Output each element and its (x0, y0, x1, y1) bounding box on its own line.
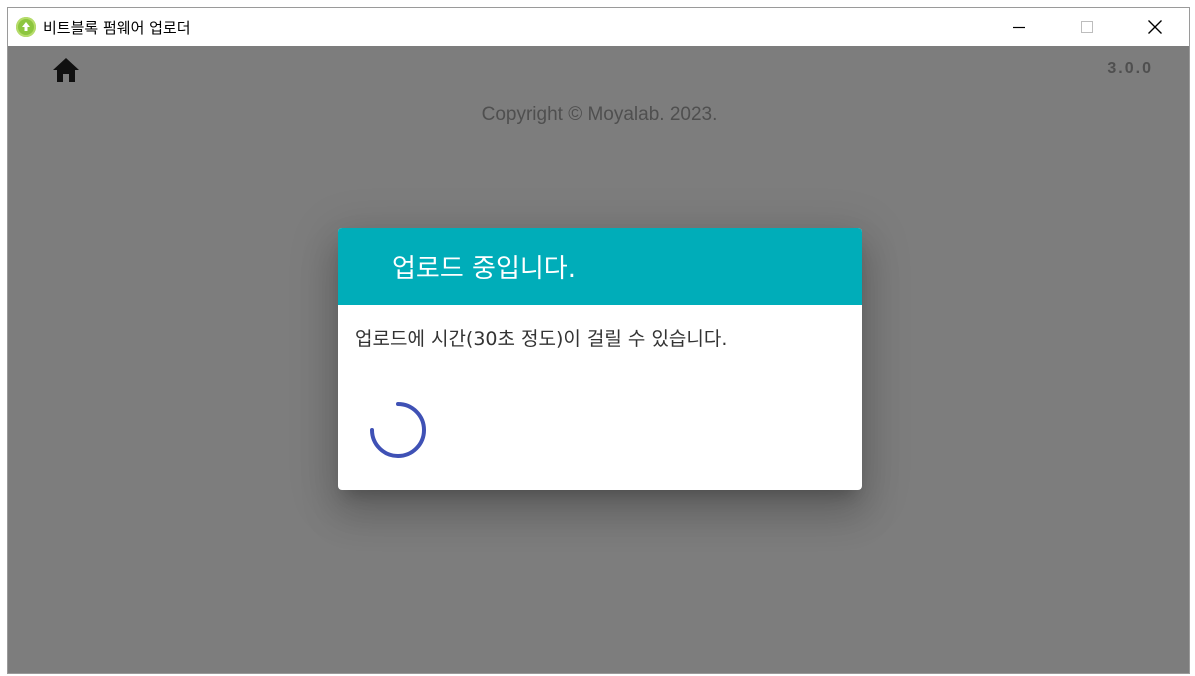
dialog-message: 업로드에 시간(30초 정도)이 걸릴 수 있습니다. (355, 328, 728, 350)
maximize-icon (1081, 21, 1093, 33)
title-bar[interactable]: 비트블록 펌웨어 업로더 (8, 8, 1189, 46)
main-content: 3.0.0 Copyright © Moyalab. 2023. 업로드 중입니… (8, 46, 1189, 673)
close-icon (1148, 20, 1162, 34)
window-controls (985, 8, 1189, 46)
dialog-header: 업로드 중입니다. (338, 228, 862, 305)
loading-spinner-icon (370, 402, 426, 458)
minimize-icon (1013, 26, 1025, 29)
maximize-button[interactable] (1053, 8, 1121, 46)
minimize-button[interactable] (985, 8, 1053, 46)
close-button[interactable] (1121, 8, 1189, 46)
dialog-body: 업로드에 시간(30초 정도)이 걸릴 수 있습니다. (338, 305, 862, 351)
app-window: 비트블록 펌웨어 업로더 3.0.0 (7, 7, 1190, 674)
window-title: 비트블록 펌웨어 업로더 (43, 18, 191, 37)
upload-progress-dialog: 업로드 중입니다. 업로드에 시간(30초 정도)이 걸릴 수 있습니다. (338, 228, 862, 490)
dialog-title: 업로드 중입니다. (392, 254, 576, 284)
upload-app-icon (16, 17, 36, 37)
